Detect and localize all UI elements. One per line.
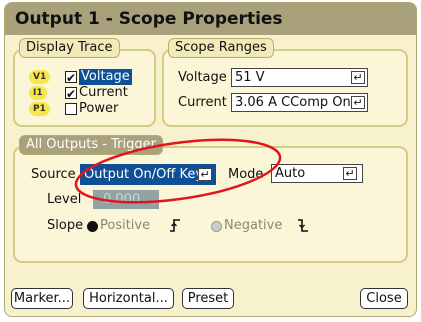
v1-badge: V1: [29, 70, 51, 84]
power-checkbox[interactable]: [65, 103, 77, 115]
marker-button[interactable]: Marker...: [11, 288, 73, 309]
trigger-title: All Outputs - Trigger: [19, 135, 163, 155]
window-title: Output 1 - Scope Properties: [5, 3, 416, 35]
display-trace-title: Display Trace: [19, 38, 120, 58]
scope-properties-window: Output 1 - Scope Properties Display Trac…: [4, 2, 417, 317]
voltage-range-label: Voltage: [178, 70, 227, 85]
p1-badge: P1: [29, 102, 50, 116]
level-value: 0.000: [103, 192, 141, 207]
scope-ranges-group: Scope Ranges Voltage 51 V ↵ Current 3.06…: [162, 38, 408, 127]
level-field: 0.000: [93, 190, 159, 209]
falling-edge-icon: [297, 218, 309, 238]
voltage-range-value: 51 V: [235, 70, 265, 85]
slope-label: Slope: [47, 218, 84, 233]
rising-edge-icon: [169, 218, 181, 238]
voltage-enter-icon[interactable]: ↵: [351, 71, 365, 84]
display-trace-group: Display Trace V1 ✔ Voltage I1 ✔ Current …: [13, 38, 156, 127]
source-enter-icon[interactable]: ↵: [198, 168, 212, 181]
current-enter-icon[interactable]: ↵: [351, 96, 365, 109]
slope-positive-label[interactable]: Positive: [100, 218, 150, 234]
source-label: Source: [31, 167, 76, 182]
mode-label: Mode: [228, 167, 264, 182]
mode-enter-icon[interactable]: ↵: [343, 167, 357, 180]
scope-ranges-title: Scope Ranges: [168, 38, 274, 58]
current-range-value: 3.06 A CComp On: [235, 95, 351, 110]
current-range-field[interactable]: 3.06 A CComp On: [231, 93, 368, 112]
slope-negative-label[interactable]: Negative: [224, 218, 282, 234]
mode-value: Auto: [275, 166, 306, 181]
i1-badge: I1: [29, 86, 47, 100]
slope-positive-radio[interactable]: [87, 221, 98, 232]
voltage-checkbox[interactable]: ✔: [65, 71, 77, 84]
source-field[interactable]: Output On/Off Key: [80, 164, 216, 185]
voltage-trace-label[interactable]: Voltage: [79, 69, 132, 85]
trigger-group: All Outputs - Trigger Source Output On/O…: [13, 135, 408, 263]
current-range-label: Current: [178, 95, 227, 110]
close-button[interactable]: Close: [360, 288, 408, 309]
level-label: Level: [47, 192, 82, 207]
slope-negative-radio[interactable]: [211, 221, 222, 232]
source-value: Output On/Off Key: [84, 167, 204, 182]
horizontal-button[interactable]: Horizontal...: [83, 288, 174, 309]
current-checkbox[interactable]: ✔: [65, 87, 77, 100]
preset-button[interactable]: Preset: [182, 288, 234, 309]
voltage-range-field[interactable]: 51 V: [231, 68, 368, 87]
power-trace-label[interactable]: Power: [79, 101, 118, 117]
current-trace-label[interactable]: Current: [79, 85, 128, 101]
